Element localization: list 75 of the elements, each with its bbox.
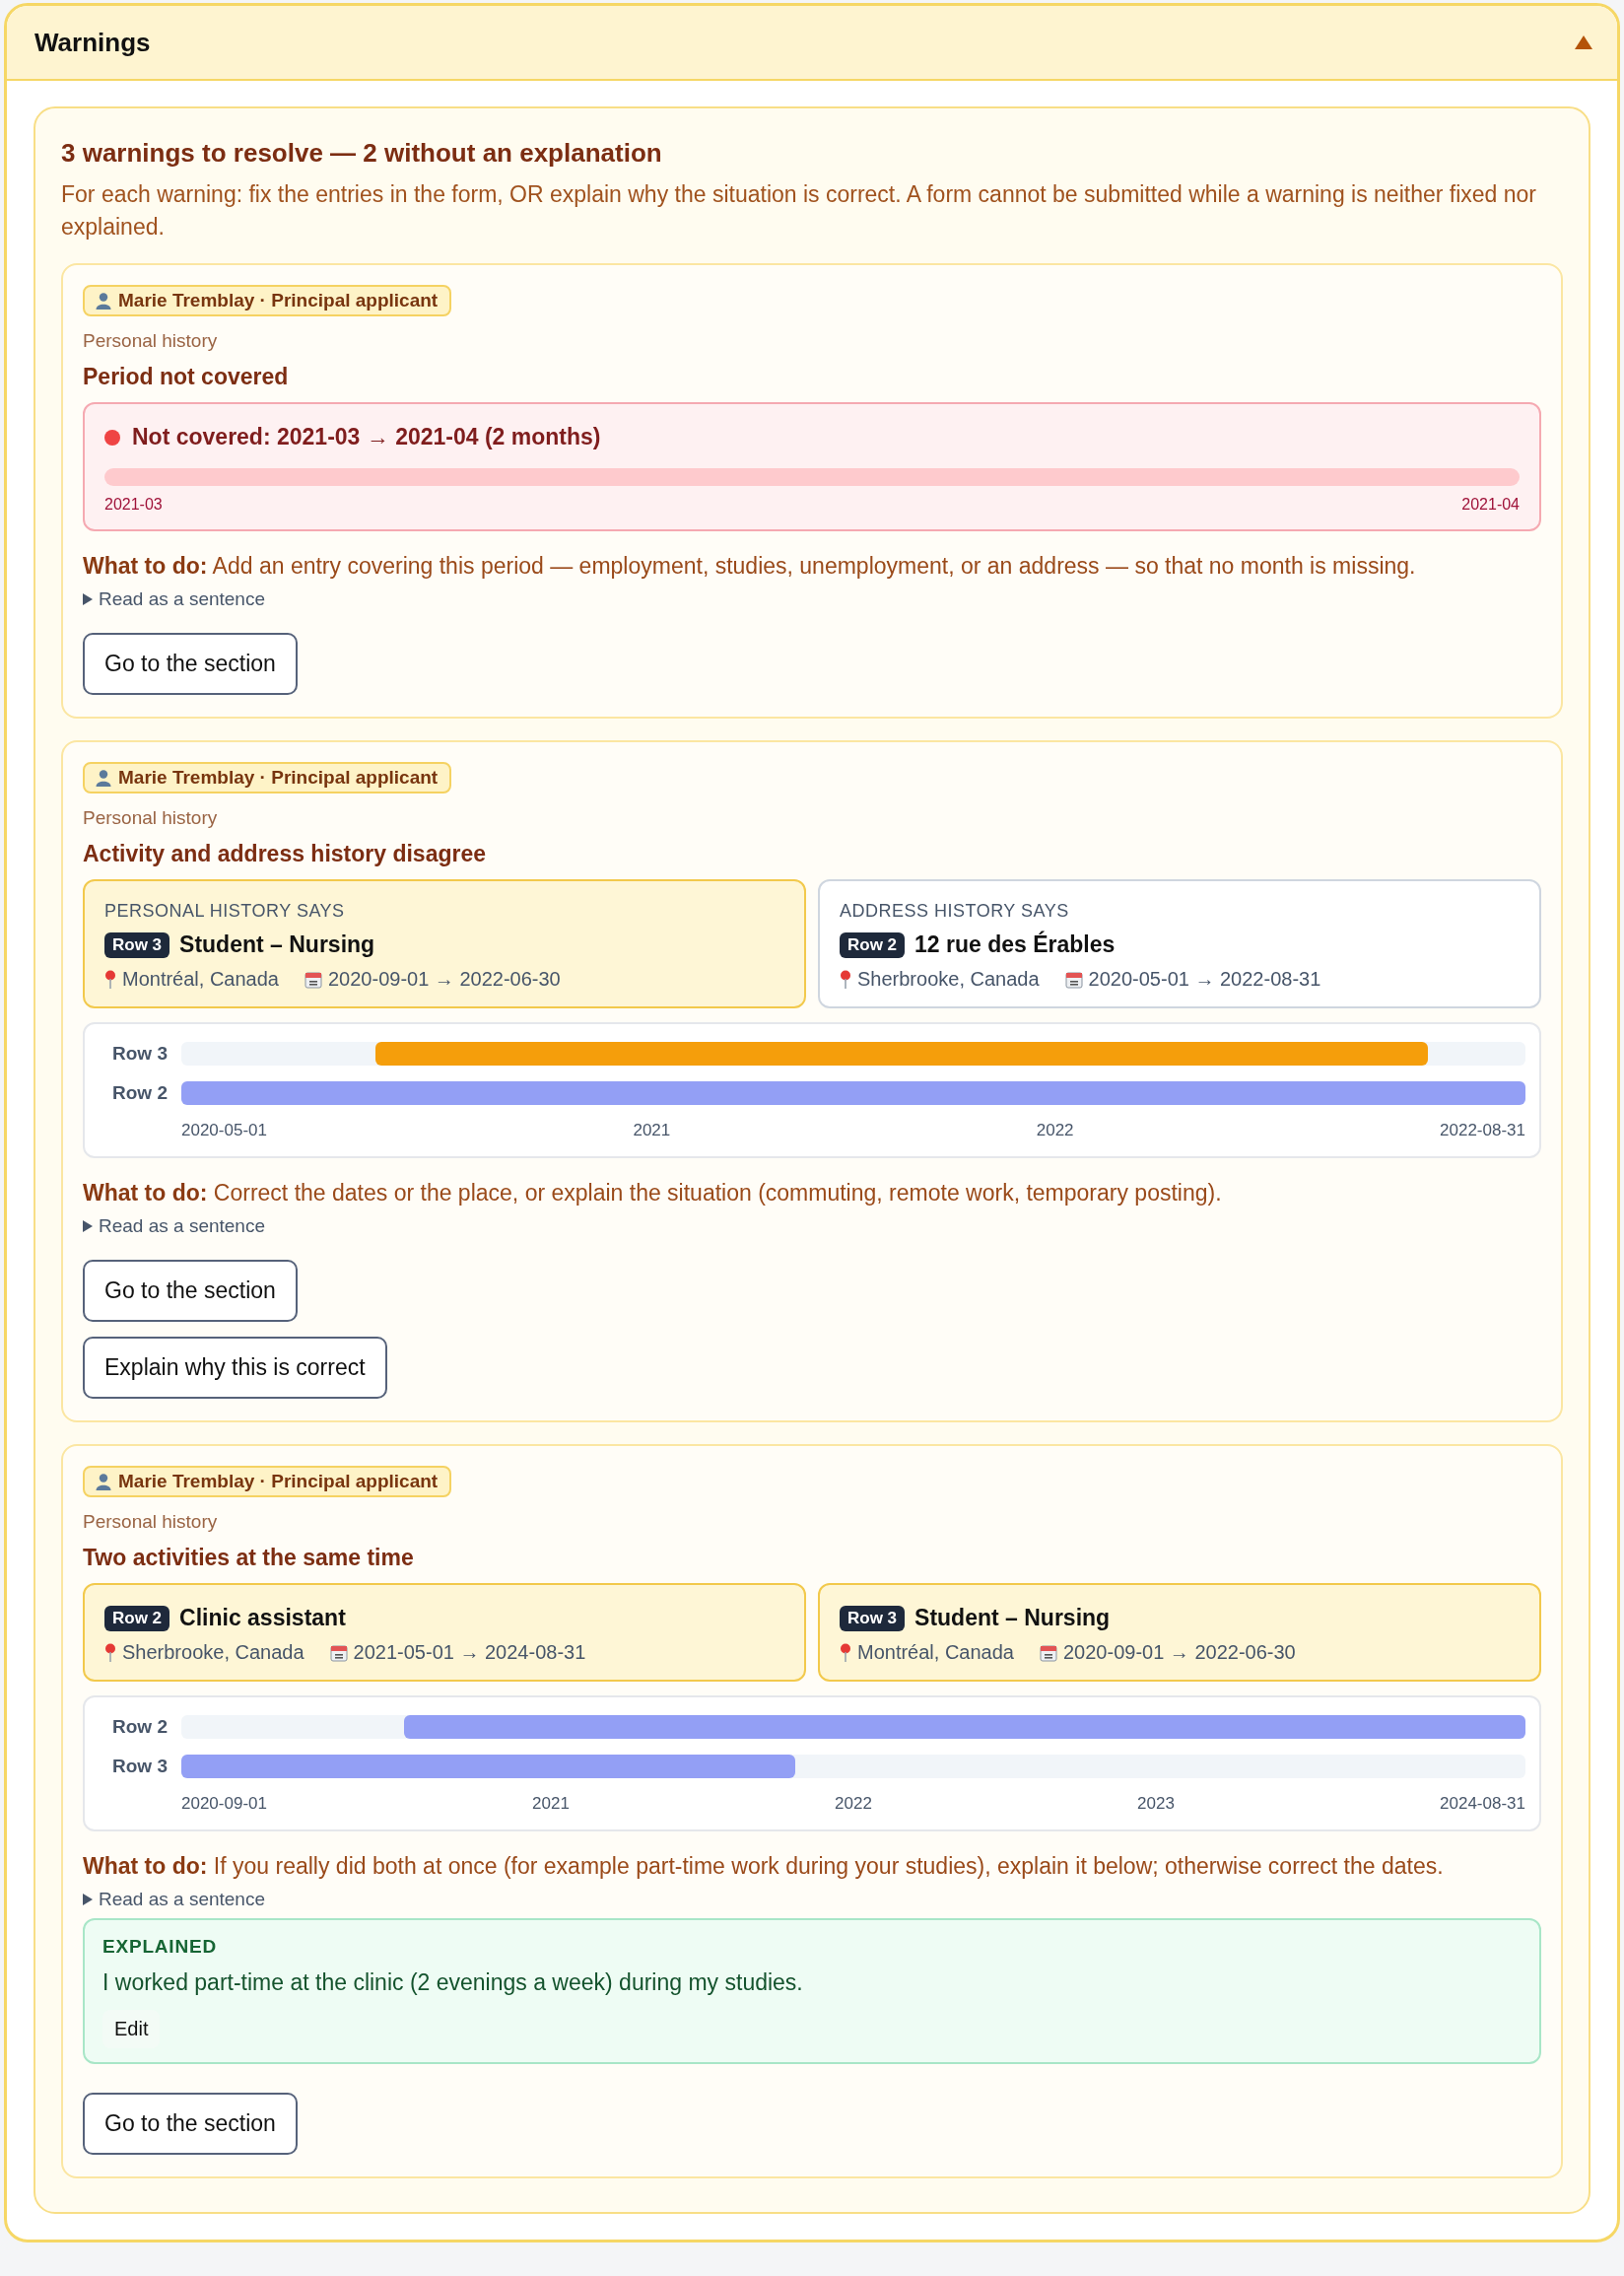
action-button[interactable]: Go to the section <box>83 633 298 695</box>
pin-icon <box>104 969 116 990</box>
action-button[interactable]: Explain why this is correct <box>83 1337 387 1399</box>
entry-title: 12 rue des Érables <box>914 931 1116 958</box>
tick-label: 2022 <box>1036 1121 1074 1140</box>
entry-heading: PERSONAL HISTORY SAYS <box>104 901 346 922</box>
person-name: Marie Tremblay · Principal applicant <box>118 767 439 789</box>
entry-title: Clinic assistant <box>179 1605 346 1631</box>
person-icon <box>95 292 112 310</box>
edit-button[interactable]: Edit <box>102 2010 161 2048</box>
calendar-icon <box>304 970 322 989</box>
section-label: Personal history <box>83 330 218 352</box>
tick-label: 2022 <box>835 1794 872 1814</box>
section-label: Personal history <box>83 807 218 829</box>
panel-header[interactable]: Warnings <box>7 6 1617 81</box>
warning-title: Period not covered <box>83 364 289 390</box>
person-icon <box>95 1473 112 1490</box>
row-badge: Row 2 <box>104 1605 170 1631</box>
summary-title: 3 warnings to resolve — 2 without an explanation <box>61 138 663 169</box>
timeline-row-label: Row 3 <box>111 1756 168 1777</box>
place-text: Montréal, Canada <box>122 968 279 991</box>
caret-icon <box>83 1894 93 1905</box>
pin-icon <box>104 1642 116 1663</box>
tick-label: 2022-08-31 <box>1440 1121 1525 1140</box>
disclosure-toggle[interactable]: Read as a sentence <box>83 1215 265 1237</box>
place-text: Montréal, Canada <box>857 1641 1014 1664</box>
alert-dot-icon <box>104 429 120 446</box>
instruction-text: What to do: Correct the dates or the place, or explain the situation (commuting, remote work, temporary posting). <box>83 1179 1222 1207</box>
entry-heading: ADDRESS HISTORY SAYS <box>840 901 1070 922</box>
date-range: 2021-05-01 → 2024-08-31 <box>353 1641 586 1664</box>
caret-icon <box>83 593 93 605</box>
calendar-icon <box>329 1643 348 1662</box>
person-name: Marie Tremblay · Principal applicant <box>118 1471 439 1492</box>
pin-icon <box>840 969 851 990</box>
disclosure-toggle[interactable]: Read as a sentence <box>83 1889 265 1910</box>
summary-description: For each warning: fix the entries in the form, OR explain why the situation is correct. A form cannot be submitted while a warning is neither fixed nor explained. <box>61 180 1537 241</box>
action-button[interactable]: Go to the section <box>83 2093 298 2155</box>
range-label: 2021-03 <box>104 496 163 514</box>
place-text: Sherbrooke, Canada <box>857 968 1040 991</box>
action-button[interactable]: Go to the section <box>83 1260 298 1322</box>
calendar-icon <box>1064 970 1083 989</box>
date-range: 2020-09-01 → 2022-06-30 <box>1063 1641 1296 1664</box>
panel-title: Warnings <box>34 27 151 58</box>
gap-label: Not covered: 2021-03 → 2021-04 (2 months) <box>132 424 601 450</box>
person-icon <box>95 769 112 787</box>
tick-label: 2024-08-31 <box>1440 1794 1525 1814</box>
timeline-row-label: Row 2 <box>111 1716 168 1738</box>
date-range: 2020-09-01 → 2022-06-30 <box>328 968 561 991</box>
range-label: 2021-04 <box>1461 496 1520 514</box>
date-range: 2020-05-01 → 2022-08-31 <box>1088 968 1321 991</box>
tick-label: 2021 <box>633 1121 671 1140</box>
tick-label: 2020-09-01 <box>181 1794 267 1814</box>
row-badge: Row 2 <box>840 931 906 958</box>
entry-title: Student – Nursing <box>179 931 375 958</box>
disclosure-toggle[interactable]: Read as a sentence <box>83 588 265 610</box>
warning-title: Two activities at the same time <box>83 1545 414 1571</box>
timeline-row-label: Row 2 <box>111 1082 168 1104</box>
calendar-icon <box>1040 1643 1057 1662</box>
tick-label: 2021 <box>532 1794 570 1814</box>
place-text: Sherbrooke, Canada <box>122 1641 304 1664</box>
explanation-label: EXPLAINED <box>102 1936 218 1958</box>
explanation-text: I worked part-time at the clinic (2 evenings a week) during my studies. <box>102 1969 804 1996</box>
person-name: Marie Tremblay · Principal applicant <box>118 290 439 311</box>
warning-title: Activity and address history disagree <box>83 841 487 867</box>
pin-icon <box>840 1642 851 1663</box>
row-badge: Row 3 <box>840 1605 906 1631</box>
timeline-row-label: Row 3 <box>111 1043 168 1065</box>
tick-label: 2023 <box>1137 1794 1175 1814</box>
section-label: Personal history <box>83 1511 218 1533</box>
instruction-text: What to do: If you really did both at once (for example part-time work during your studies), explain it below; otherwise correct the dates. <box>83 1852 1444 1881</box>
entry-title: Student – Nursing <box>914 1605 1111 1631</box>
row-badge: Row 3 <box>104 931 170 958</box>
caret-icon <box>83 1220 93 1232</box>
tick-label: 2020-05-01 <box>181 1121 267 1140</box>
instruction-text: What to do: Add an entry covering this period — employment, studies, unemployment, or an address — so that no month is missing. <box>83 552 1416 581</box>
